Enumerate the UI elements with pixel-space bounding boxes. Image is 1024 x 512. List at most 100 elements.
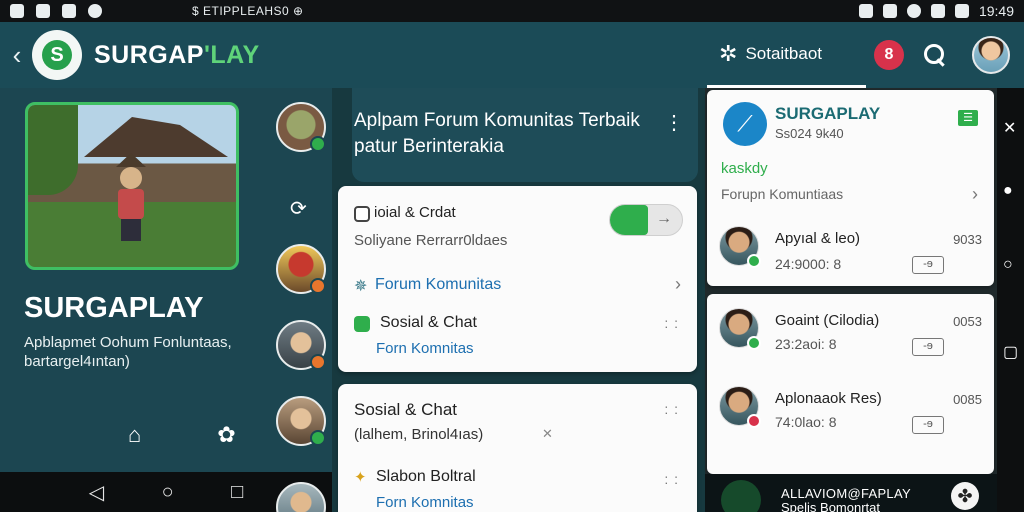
user-list-card: Goaint (Cilodia) 23:2aoi: 8 0053 -ɘ Aplo… — [707, 294, 994, 474]
status-time: 19:49 — [978, 3, 1014, 19]
close-icon[interactable]: ✕ — [1003, 118, 1016, 138]
sort-label: Sotaitbaot — [745, 43, 822, 63]
nav-circle-icon[interactable]: ○ — [1003, 256, 1013, 274]
battery-saver-icon — [858, 4, 873, 18]
social-card-subtitle: (lalhem, Brinol4ıas) — [354, 426, 484, 443]
app-screen: $ ETIPPLEAHS0 ⊕ 19:49 ‹ S SURGAP'LAY ✲ S… — [0, 0, 1024, 512]
user-avatar-2[interactable] — [719, 308, 761, 350]
nav-recents-icon[interactable]: ▢ — [1003, 342, 1018, 362]
chat-row-subtitle: Soliyane Rerrarr0ldaes — [354, 232, 508, 249]
tools-icon — [62, 4, 76, 18]
status-carrier-text: $ ETIPPLEAHS0 ⊕ — [192, 4, 304, 18]
user-count-3: 0085 — [953, 392, 982, 407]
side-rail: ⟳ — [272, 88, 332, 472]
user-time-2: 23:2aoi: 8 — [775, 336, 837, 352]
search-icon[interactable] — [924, 44, 946, 66]
arrow-right-icon: → — [656, 210, 672, 227]
right-column: ⟋ SURGAPLAY Ss024 9k40 ☰ kaskdy Forupn K… — [705, 88, 997, 512]
menu-badge-icon[interactable]: ☰ — [958, 110, 978, 126]
brand-suffix: 'LAY — [203, 40, 260, 69]
sort-button[interactable]: ✲ Sotaitbaot — [707, 22, 866, 88]
chat-box-icon — [354, 206, 370, 222]
user-count-2: 0053 — [953, 314, 982, 329]
logo-s-icon: S — [42, 40, 72, 70]
forum-banner: Aplpam Forum Komunitas Terbaik patur Ber… — [352, 88, 698, 182]
user-time-1: 24:9000: 8 — [775, 256, 842, 272]
profile-card-title: SURGAPLAY — [775, 104, 881, 123]
back-button[interactable]: ‹ — [4, 40, 30, 71]
drag-handle-icon[interactable]: : : — [664, 402, 679, 416]
more-vert-icon[interactable]: ⋮ — [664, 110, 684, 136]
battery-icon — [954, 4, 969, 18]
promo-title: ALLAVIOM@FAPLAY — [781, 486, 911, 501]
chevron-right-icon[interactable]: › — [675, 274, 681, 295]
profile-avatar[interactable] — [972, 36, 1010, 74]
user-time-3: 74:0lao: 8 — [775, 414, 837, 430]
nav-back-icon[interactable]: ◁ — [89, 480, 104, 505]
music-icon — [88, 4, 102, 18]
forum-link[interactable]: Forum Komunitas — [375, 276, 501, 294]
rail-avatar-1[interactable] — [276, 102, 326, 152]
section-subtitle: Forupn Komuntiaas — [721, 186, 844, 202]
brand-prefix: SURGAP — [94, 40, 204, 69]
slabon-row-title: Slabon Boltral — [376, 468, 476, 485]
gallery-icon — [36, 4, 50, 18]
rail-avatar-2[interactable] — [276, 244, 326, 294]
signal-icon — [930, 4, 945, 18]
settings-icon[interactable]: ✿ — [217, 422, 235, 448]
reply-button-3[interactable]: -ɘ — [912, 416, 944, 434]
user-name-2: Goaint (Cilodia) — [775, 312, 880, 329]
app-logo: S — [32, 30, 82, 80]
user-name-1: Apyıal & leo) — [775, 230, 861, 247]
slabon-row-subtitle: Forn Komnitas — [376, 494, 474, 511]
profile-card: ⟋ SURGAPLAY Ss024 9k40 ☰ kaskdy Forupn K… — [707, 90, 994, 286]
profile-card-subtitle: Ss024 9k40 — [775, 126, 844, 141]
forum-star-icon: ✵ — [354, 278, 368, 295]
nav-home-icon[interactable]: ○ — [162, 481, 174, 504]
social-row-title: Sosial & Chat — [380, 314, 477, 331]
promo-subtitle: Spelis Bomonrtat — [781, 500, 880, 512]
user-avatar-1[interactable] — [719, 226, 761, 268]
promo-logo-icon — [721, 480, 761, 512]
fan-icon[interactable]: ✤ — [951, 482, 979, 510]
reply-button-2[interactable]: -ɘ — [912, 338, 944, 356]
hero-image — [25, 102, 239, 270]
social-chat-icon — [354, 316, 370, 332]
notification-icon — [10, 4, 24, 18]
rail-avatar-4[interactable] — [276, 396, 326, 446]
gear-icon: ✲ — [719, 40, 738, 66]
chat-toggle[interactable]: → — [609, 204, 683, 236]
rail-avatar-3[interactable] — [276, 320, 326, 370]
social-row-subtitle: Forn Komnitas — [376, 340, 474, 357]
reply-button-1[interactable]: -ɘ — [912, 256, 944, 274]
brand-name: SURGAP'LAY — [94, 41, 260, 70]
nav-home-icon[interactable]: ● — [1003, 182, 1013, 200]
nav-recents-icon[interactable]: □ — [231, 481, 243, 504]
drag-handle-icon[interactable]: : : — [664, 472, 679, 486]
social-card-title: Sosial & Chat — [354, 400, 457, 419]
hero-subtitle: Apblapmet Oohum Fonluntaas, bartargel4ın… — [24, 334, 232, 370]
social-card: Sosial & Chat (lalhem, Brinol4ıas) ✕ : :… — [338, 384, 697, 512]
user-name-3: Aplonaaok Res) — [775, 390, 882, 407]
spark-icon: ✦ — [354, 469, 367, 486]
notification-badge-icon[interactable]: 8 — [874, 40, 904, 70]
app-bar: ‹ S SURGAP'LAY ✲ Sotaitbaot 8 — [0, 22, 1024, 88]
chevron-right-icon[interactable]: › — [972, 184, 978, 205]
status-bar: $ ETIPPLEAHS0 ⊕ 19:49 — [0, 0, 1024, 22]
close-icon[interactable]: ✕ — [542, 426, 553, 442]
hero-title: SURGAPLAY — [24, 292, 204, 324]
promo-banner[interactable]: ALLAVIOM@FAPLAY Spelis Bomonrtat ✤ — [705, 474, 997, 512]
middle-column: Aplpam Forum Komunitas Terbaik patur Ber… — [332, 88, 705, 512]
forum-card: ioial & Crdat Soliyane Rerrarr0ldaes → ✵… — [338, 186, 697, 372]
chat-row-title: ioial & Crdat — [374, 204, 456, 221]
sync-icon[interactable]: ⟳ — [290, 196, 307, 221]
left-bottom-icons: ⌂ ✿ — [128, 422, 236, 448]
trend-logo-icon: ⟋ — [723, 102, 767, 146]
drag-handle-icon[interactable]: : : — [664, 316, 679, 330]
vertical-nav-bar: ✕ ● ○ ▢ — [997, 88, 1024, 512]
user-avatar-3[interactable] — [719, 386, 761, 428]
left-panel: SURGAPLAY Apblapmet Oohum Fonluntaas, ba… — [0, 88, 332, 472]
home-icon[interactable]: ⌂ — [128, 422, 141, 448]
section-label: kaskdy — [721, 160, 768, 177]
user-count-1: 9033 — [953, 232, 982, 247]
